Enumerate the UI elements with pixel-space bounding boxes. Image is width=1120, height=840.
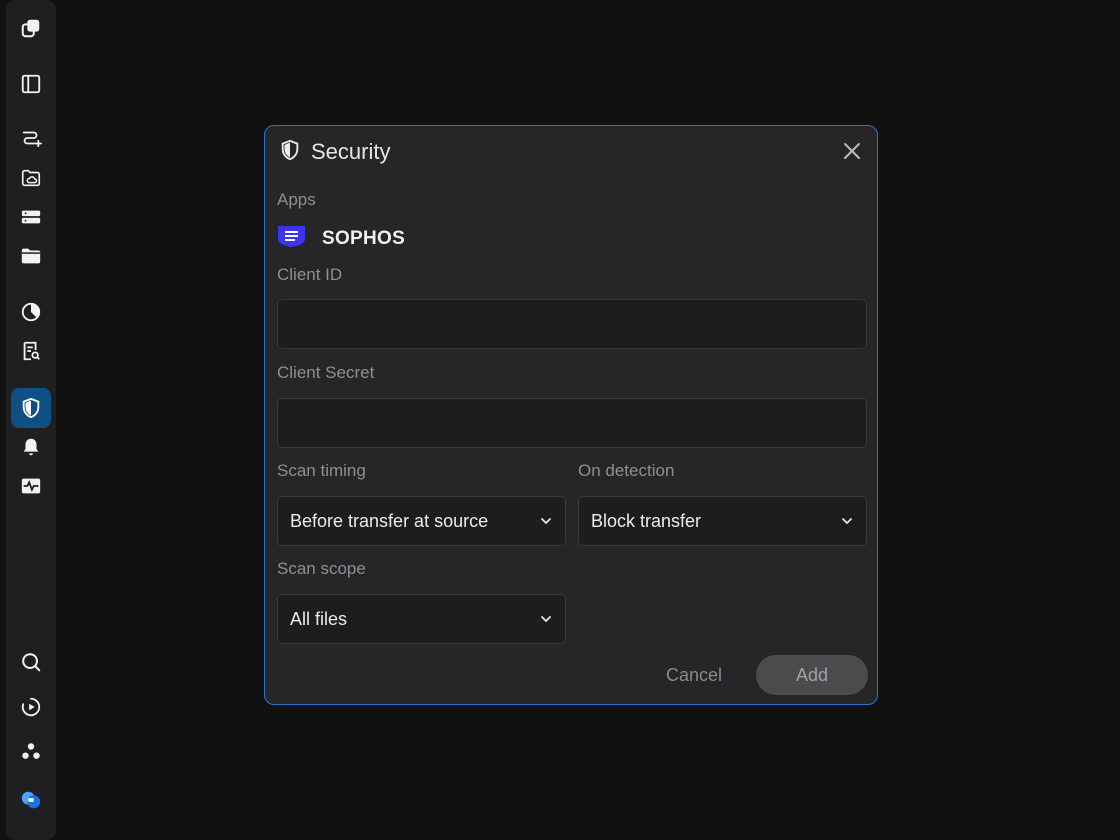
add-button[interactable]: Add	[756, 655, 868, 695]
cancel-button[interactable]: Cancel	[653, 656, 735, 694]
on-detection-select[interactable]: Block transfer	[578, 496, 867, 546]
analytics-pie-icon[interactable]	[11, 292, 51, 332]
community-icon[interactable]	[11, 732, 51, 772]
on-detection-value: Block transfer	[591, 510, 702, 531]
cloud-folder-icon[interactable]	[11, 158, 51, 198]
brand-logo-icon[interactable]	[11, 780, 51, 820]
search-icon[interactable]	[11, 642, 51, 682]
activity-monitor-icon[interactable]	[11, 466, 51, 506]
panel-toggle-icon[interactable]	[11, 64, 51, 104]
on-detection-label: On detection	[578, 461, 675, 480]
transfer-route-icon[interactable]	[11, 118, 51, 158]
chevron-down-icon	[541, 518, 551, 524]
dialog-header: Security	[279, 138, 390, 166]
chevron-down-icon	[842, 518, 852, 524]
scan-scope-select[interactable]: All files	[277, 594, 566, 644]
scan-scope-value: All files	[290, 608, 348, 629]
client-id-input[interactable]	[277, 299, 867, 349]
folder-icon[interactable]	[11, 236, 51, 276]
client-id-label: Client ID	[277, 265, 343, 284]
sidebar	[6, 0, 56, 840]
scan-scope-label: Scan scope	[277, 559, 366, 578]
dialog-title: Security	[311, 139, 391, 164]
app-entry: SOPHOS	[277, 224, 405, 253]
storage-server-icon[interactable]	[11, 197, 51, 237]
security-dialog: Security Apps SOPHOS Client ID Client Se…	[264, 125, 878, 705]
chevron-down-icon	[541, 616, 551, 622]
app-name: SOPHOS	[322, 227, 406, 249]
close-icon[interactable]	[839, 138, 865, 164]
security-shield-icon[interactable]	[11, 388, 51, 428]
sophos-logo-icon	[277, 224, 306, 253]
shield-icon	[279, 138, 301, 167]
app-logo-icon[interactable]	[11, 8, 51, 48]
scan-timing-label: Scan timing	[277, 461, 366, 480]
client-secret-input[interactable]	[277, 398, 867, 448]
play-circle-icon[interactable]	[11, 687, 51, 727]
report-search-icon[interactable]	[11, 331, 51, 371]
apps-label: Apps	[277, 190, 316, 209]
scan-timing-value: Before transfer at source	[290, 510, 489, 531]
scan-timing-select[interactable]: Before transfer at source	[277, 496, 566, 546]
client-secret-label: Client Secret	[277, 363, 375, 382]
bell-icon[interactable]	[11, 427, 51, 467]
